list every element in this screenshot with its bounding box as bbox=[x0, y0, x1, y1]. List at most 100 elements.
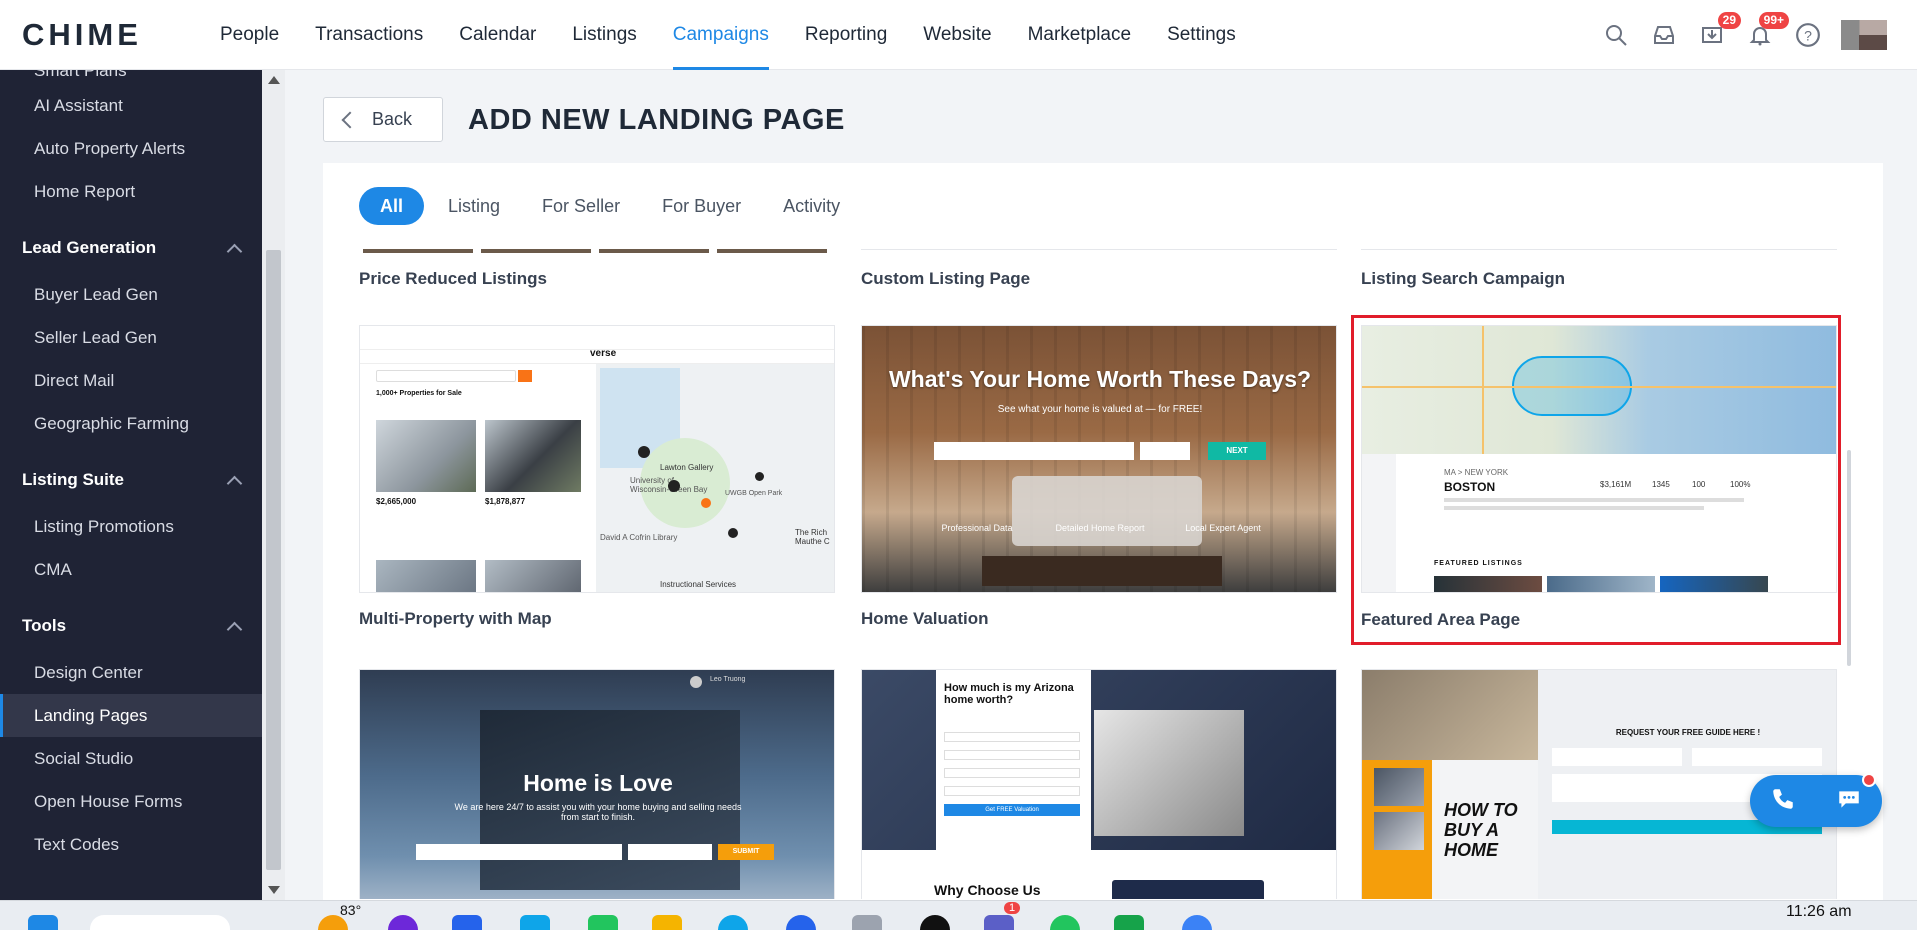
sidebar-item-direct-mail[interactable]: Direct Mail bbox=[0, 359, 262, 402]
app-icon[interactable] bbox=[588, 915, 618, 930]
template-card[interactable]: How much is my Arizona home worth? Get F… bbox=[861, 669, 1337, 899]
windows-start-icon[interactable] bbox=[28, 915, 58, 930]
thumb-feature: Detailed Home Report bbox=[1055, 523, 1145, 533]
sidebar-item-home-report[interactable]: Home Report bbox=[0, 170, 262, 213]
tab-all[interactable]: All bbox=[359, 187, 425, 225]
thumbnail-edge bbox=[861, 249, 1337, 250]
grid-scrollbar[interactable] bbox=[1847, 450, 1851, 666]
scroll-thumb[interactable] bbox=[266, 250, 281, 870]
template-card[interactable]: Price Reduced Listings bbox=[359, 249, 835, 309]
nav-website[interactable]: Website bbox=[905, 0, 1009, 70]
search-icon[interactable] bbox=[1601, 20, 1631, 50]
nav-transactions[interactable]: Transactions bbox=[297, 0, 441, 70]
folder-icon[interactable] bbox=[652, 915, 682, 930]
os-taskbar: 83° 1 11:26 am bbox=[0, 900, 1917, 930]
card-title[interactable]: Price Reduced Listings bbox=[359, 269, 547, 289]
tab-for-seller[interactable]: For Seller bbox=[524, 187, 638, 225]
sidebar-item-geographic-farming[interactable]: Geographic Farming bbox=[0, 402, 262, 445]
template-card-home-valuation[interactable]: What's Your Home Worth These Days? See w… bbox=[861, 325, 1337, 645]
teams-icon[interactable] bbox=[984, 915, 1014, 930]
inbox-icon[interactable] bbox=[1649, 20, 1679, 50]
template-card-multi-property[interactable]: verse 1,000+ Properties for Sale $2,665,… bbox=[359, 325, 835, 645]
template-thumbnail: verse 1,000+ Properties for Sale $2,665,… bbox=[359, 325, 835, 593]
app-icon[interactable] bbox=[520, 915, 550, 930]
card-title[interactable]: Featured Area Page bbox=[1361, 610, 1520, 630]
sidebar-section-tools[interactable]: Tools bbox=[0, 601, 262, 651]
back-button[interactable]: Back bbox=[323, 97, 443, 142]
thumb-headline: Home is Love bbox=[523, 770, 673, 796]
tab-listing[interactable]: Listing bbox=[430, 187, 518, 225]
camera-icon[interactable] bbox=[852, 915, 882, 930]
teams-badge: 1 bbox=[1004, 902, 1021, 914]
sidebar-item-open-house-forms[interactable]: Open House Forms bbox=[0, 780, 262, 823]
card-title[interactable]: Home Valuation bbox=[861, 609, 989, 629]
thumb-poi: The Rich Mauthe C bbox=[795, 528, 830, 546]
chrome-icon[interactable] bbox=[1182, 915, 1212, 930]
template-card-featured-area[interactable]: MA > NEW YORK BOSTON $3,161M 1345 100 10… bbox=[1361, 325, 1837, 645]
nav-reporting[interactable]: Reporting bbox=[787, 0, 905, 70]
thumb-cta-button: Get FREE Valuation bbox=[944, 804, 1080, 816]
svg-text:?: ? bbox=[1804, 27, 1812, 43]
user-avatar[interactable] bbox=[1841, 20, 1887, 50]
app-icon[interactable] bbox=[388, 915, 418, 930]
thumb-poi: UWGB Open Park bbox=[725, 490, 783, 497]
card-title[interactable]: Multi-Property with Map bbox=[359, 609, 552, 629]
nav-settings[interactable]: Settings bbox=[1149, 0, 1254, 70]
thumb-sidenav bbox=[1362, 454, 1396, 592]
thumb-listings: 1,000+ Properties for Sale $2,665,000 $1… bbox=[360, 364, 596, 592]
nav-listings[interactable]: Listings bbox=[554, 0, 654, 70]
sidebar-item-seller-lead-gen[interactable]: Seller Lead Gen bbox=[0, 316, 262, 359]
excel-icon[interactable] bbox=[1114, 915, 1144, 930]
download-tray-icon[interactable]: 29 bbox=[1697, 12, 1741, 50]
thumb-address-field bbox=[934, 442, 1134, 460]
thumb-field bbox=[1692, 748, 1822, 766]
app-icon[interactable] bbox=[786, 915, 816, 930]
scroll-up-arrow-icon[interactable] bbox=[268, 76, 280, 84]
taskbar-search[interactable] bbox=[90, 915, 230, 930]
nav-marketplace[interactable]: Marketplace bbox=[1010, 0, 1150, 70]
chat-icon[interactable] bbox=[1835, 786, 1863, 817]
thumb-next-button: NEXT bbox=[1208, 442, 1266, 460]
tab-for-buyer[interactable]: For Buyer bbox=[644, 187, 759, 225]
help-icon[interactable]: ? bbox=[1793, 20, 1823, 50]
template-card[interactable]: Listing Search Campaign bbox=[1361, 249, 1837, 309]
sidebar-section-listing-suite[interactable]: Listing Suite bbox=[0, 455, 262, 505]
thumb-sofa bbox=[1012, 476, 1202, 546]
nav-calendar[interactable]: Calendar bbox=[441, 0, 554, 70]
sidebar-item-listing-promotions[interactable]: Listing Promotions bbox=[0, 505, 262, 548]
sidebar-item-social-studio[interactable]: Social Studio bbox=[0, 737, 262, 780]
nav-campaigns[interactable]: Campaigns bbox=[655, 0, 787, 70]
sidebar-item-text-codes[interactable]: Text Codes bbox=[0, 823, 262, 866]
sidebar-scrollbar[interactable] bbox=[262, 70, 285, 900]
thumb-stat: 100% bbox=[1730, 480, 1751, 489]
app-icon[interactable] bbox=[920, 915, 950, 930]
template-card[interactable]: Leo Truong Home is Love We are here 24/7… bbox=[359, 669, 835, 899]
sidebar-item-smart-plans[interactable]: Smart Plans bbox=[0, 70, 262, 84]
thumb-headline: How much is my Arizona home worth? bbox=[944, 682, 1074, 706]
edge-icon[interactable] bbox=[718, 915, 748, 930]
template-card[interactable]: Custom Listing Page bbox=[861, 249, 1337, 309]
thumb-area-map bbox=[1362, 326, 1836, 454]
sidebar-section-lead-generation[interactable]: Lead Generation bbox=[0, 223, 262, 273]
phone-icon[interactable] bbox=[1770, 786, 1796, 817]
map-pin-icon bbox=[728, 528, 738, 538]
sidebar-item-ai-assistant[interactable]: AI Assistant bbox=[0, 84, 262, 127]
thumb-phone-field bbox=[628, 844, 712, 860]
card-title[interactable]: Listing Search Campaign bbox=[1361, 269, 1565, 289]
tab-activity[interactable]: Activity bbox=[765, 187, 858, 225]
chime-logo[interactable]: CHIME bbox=[0, 17, 200, 53]
thumb-price: $1,878,877 bbox=[485, 497, 526, 506]
thumb-region: MA > NEW YORK bbox=[1444, 468, 1509, 477]
scroll-down-arrow-icon[interactable] bbox=[268, 886, 280, 894]
sidebar-item-cma[interactable]: CMA bbox=[0, 548, 262, 591]
card-title[interactable]: Custom Listing Page bbox=[861, 269, 1030, 289]
bell-icon[interactable]: 99+ bbox=[1745, 12, 1789, 50]
sidebar-item-design-center[interactable]: Design Center bbox=[0, 651, 262, 694]
thumb-photo bbox=[485, 560, 581, 592]
spotify-icon[interactable] bbox=[1050, 915, 1080, 930]
sidebar-item-auto-property-alerts[interactable]: Auto Property Alerts bbox=[0, 127, 262, 170]
app-icon[interactable] bbox=[452, 915, 482, 930]
sidebar-item-landing-pages[interactable]: Landing Pages bbox=[0, 694, 262, 737]
nav-people[interactable]: People bbox=[202, 0, 297, 70]
sidebar-item-buyer-lead-gen[interactable]: Buyer Lead Gen bbox=[0, 273, 262, 316]
